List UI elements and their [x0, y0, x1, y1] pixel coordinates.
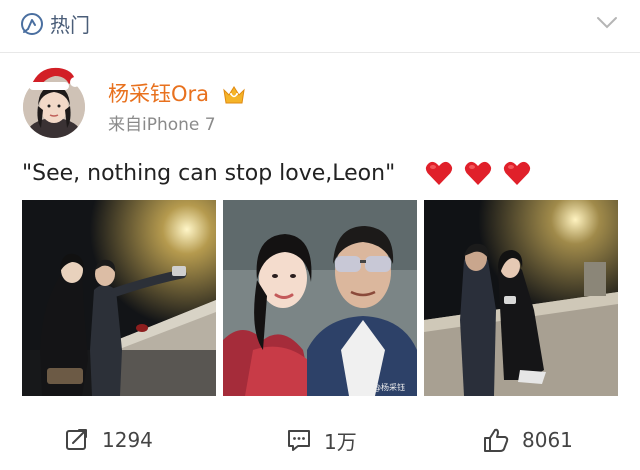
comment-count: 1万	[324, 429, 357, 454]
header-divider	[0, 52, 640, 53]
heart-icon	[425, 161, 453, 185]
post-photo-1[interactable]	[22, 200, 216, 396]
top-bar: 热门	[0, 0, 640, 52]
author-avatar[interactable]	[20, 62, 90, 142]
like-icon	[484, 428, 509, 452]
like-button[interactable]: 8061	[482, 424, 573, 456]
repost-button[interactable]: 1294	[64, 424, 153, 456]
post-photo-2[interactable]: @杨采钰	[223, 200, 417, 396]
heart-icon	[464, 161, 492, 185]
hot-topic-icon	[21, 13, 43, 35]
chevron-down-icon[interactable]	[596, 14, 618, 30]
santa-hat-icon	[29, 67, 80, 90]
heart-icon	[504, 161, 531, 185]
comment-icon	[288, 430, 310, 451]
hearts	[425, 160, 537, 190]
like-count: 8061	[522, 428, 573, 452]
author-name[interactable]: 杨采钰Ora	[108, 80, 209, 108]
repost-icon	[66, 429, 87, 450]
photo-watermark: @杨采钰	[373, 382, 405, 392]
section-title: 热门	[50, 13, 90, 37]
post-text: "See, nothing can stop love,Leon"	[22, 161, 396, 186]
comment-button[interactable]: 1万	[286, 424, 357, 456]
repost-count: 1294	[102, 428, 153, 452]
post-photo-3[interactable]	[424, 200, 618, 396]
post-source: 来自iPhone 7	[108, 115, 216, 135]
vip-crown-icon[interactable]	[222, 84, 246, 106]
action-bar: 1294 1万 8061	[0, 418, 640, 466]
